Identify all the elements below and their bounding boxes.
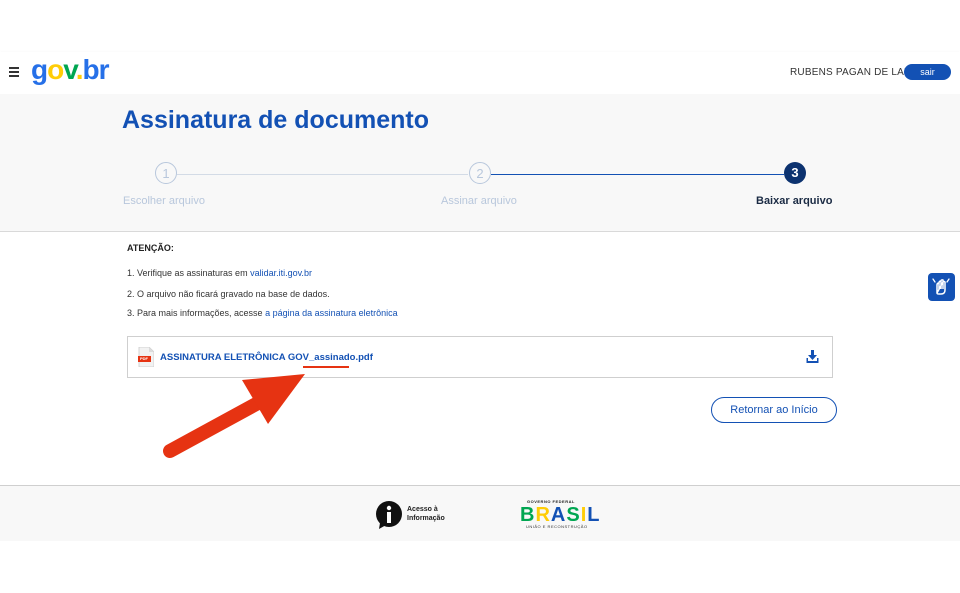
logo-letter: b bbox=[82, 54, 100, 85]
step-2-circle: 2 bbox=[469, 162, 491, 184]
brasil-letter: S bbox=[566, 504, 581, 526]
assinatura-info-link[interactable]: a página da assinatura eletrônica bbox=[265, 308, 398, 318]
step-1-label: Escolher arquivo bbox=[123, 195, 205, 207]
top-header: gov.br RUBENS PAGAN DE LARA sair bbox=[0, 52, 960, 94]
notice-item-3: 3. Para mais informações, acesse a págin… bbox=[127, 308, 398, 318]
logout-button[interactable]: sair bbox=[904, 64, 951, 80]
notice-item-2: 2. O arquivo não ficará gravado na base … bbox=[127, 289, 330, 299]
notice-item-1-text: 1. Verifique as assinaturas em bbox=[127, 268, 251, 278]
logo-letter: . bbox=[75, 54, 84, 85]
acesso-line-1: Acesso à bbox=[407, 506, 438, 513]
step-3-label: Baixar arquivo bbox=[756, 195, 833, 207]
page-title: Assinatura de documento bbox=[122, 106, 429, 134]
step-2-label: Assinar arquivo bbox=[441, 195, 517, 207]
user-name[interactable]: RUBENS PAGAN DE LARA bbox=[790, 67, 918, 78]
govbr-logo[interactable]: gov.br bbox=[31, 54, 110, 86]
annotation-arrow bbox=[163, 374, 305, 458]
footer: Acesso à Informação GOVERNO FEDERAL BRAS… bbox=[0, 485, 960, 541]
validar-link[interactable]: validar.iti.gov.br bbox=[250, 268, 312, 278]
logo-letter: v bbox=[63, 54, 76, 85]
brasil-letter: L bbox=[587, 504, 601, 526]
acesso-informacao-label[interactable]: Acesso à Informação bbox=[407, 505, 457, 523]
pdf-badge: PDF bbox=[140, 356, 148, 361]
notice-item-3-text: 3. Para mais informações, acesse bbox=[127, 308, 266, 318]
download-icon[interactable] bbox=[805, 349, 820, 364]
step-1-circle: 1 bbox=[155, 162, 177, 184]
return-home-button[interactable]: Retornar ao Início bbox=[711, 397, 837, 423]
acesso-informacao-icon[interactable] bbox=[375, 501, 403, 529]
title-band: Assinatura de documento 1 2 3 Escolher a… bbox=[0, 94, 960, 232]
brasil-letter: B bbox=[520, 504, 536, 526]
notice-heading: ATENÇÃO: bbox=[127, 243, 174, 253]
stepper-line-2 bbox=[491, 174, 784, 175]
step-3-circle: 3 bbox=[784, 162, 806, 184]
logo-letter: g bbox=[31, 54, 48, 85]
notice-item-1: 1. Verifique as assinaturas em validar.i… bbox=[127, 268, 312, 278]
hamburger-menu-icon[interactable] bbox=[9, 67, 19, 77]
acesso-line-2: Informação bbox=[407, 515, 445, 522]
uniao-reconstrucao-label: UNIÃO E RECONSTRUÇÃO bbox=[526, 524, 588, 529]
logo-letter: r bbox=[98, 54, 110, 85]
stepper-line-1 bbox=[177, 174, 468, 175]
vlibras-accessibility-icon[interactable] bbox=[928, 273, 955, 301]
brasil-letter: R bbox=[535, 504, 551, 526]
brasil-letter: A bbox=[550, 504, 567, 526]
logo-letter: o bbox=[47, 54, 64, 85]
